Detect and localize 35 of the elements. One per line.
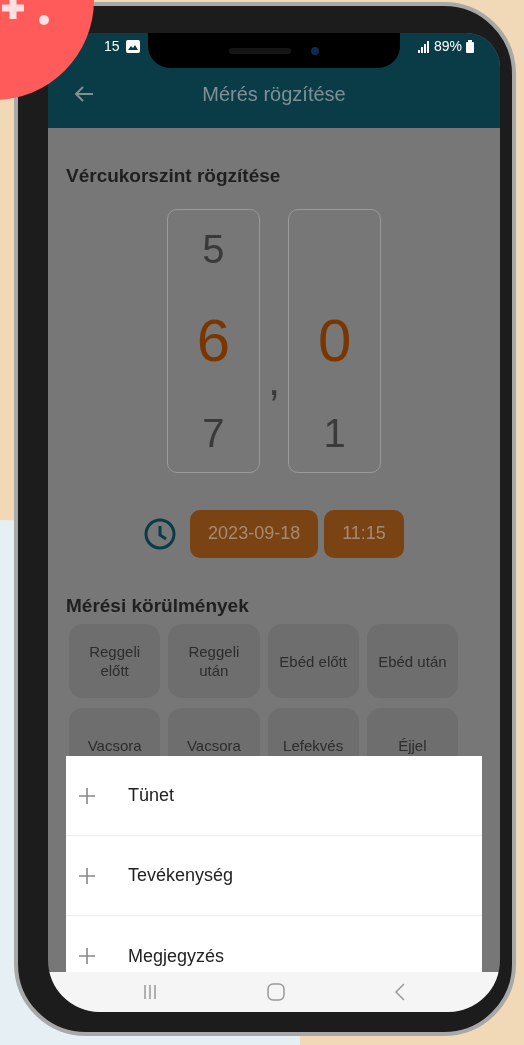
signal-icon — [417, 40, 430, 53]
picker-value: 7 — [202, 409, 225, 457]
image-icon — [125, 40, 140, 53]
back-icon[interactable] — [393, 983, 406, 1001]
condition-option[interactable]: Reggeli után — [168, 624, 260, 698]
home-icon[interactable] — [267, 983, 285, 1001]
picker-value: 1 — [323, 409, 346, 457]
sheet-item-label: Tünet — [128, 784, 175, 807]
sheet-item[interactable]: Megjegyzés — [66, 916, 482, 972]
clock-icon — [144, 517, 177, 550]
condition-option[interactable]: Reggeli előtt — [69, 624, 161, 698]
number-picker[interactable]: 0 1 — [288, 208, 382, 473]
condition-option[interactable]: Ebéd után — [366, 624, 458, 698]
decimal-separator: , — [267, 353, 281, 406]
plus-icon — [78, 866, 96, 885]
sheet-item-label: Megjegyzés — [128, 944, 225, 968]
back-arrow-icon — [74, 85, 94, 103]
section-title: Vércukorszint rögzítése — [66, 164, 282, 188]
plus-icon — [78, 786, 96, 805]
time-button[interactable]: 11:15 — [324, 509, 404, 558]
picker-value: 5 — [202, 225, 225, 273]
plus-icon — [78, 947, 96, 965]
recent-apps-icon[interactable] — [142, 984, 159, 1000]
screen-title: Mérés rögzítése — [202, 82, 346, 107]
battery-percent: 89% — [433, 37, 462, 56]
picker-selected-value: 0 — [317, 305, 352, 376]
status-time: 15 — [104, 37, 120, 56]
condition-option[interactable]: Ebéd előtt — [267, 624, 359, 698]
sheet-item-label: Tevékenység — [128, 864, 234, 887]
picker-selected-value: 6 — [196, 305, 231, 376]
number-picker[interactable]: 5 6 7 — [166, 208, 260, 473]
battery-icon — [466, 40, 474, 53]
date-button[interactable]: 2023-09-18 — [190, 509, 319, 558]
sheet-item[interactable]: Tevékenység — [66, 836, 482, 916]
section-title: Mérési körülmények — [66, 593, 250, 618]
